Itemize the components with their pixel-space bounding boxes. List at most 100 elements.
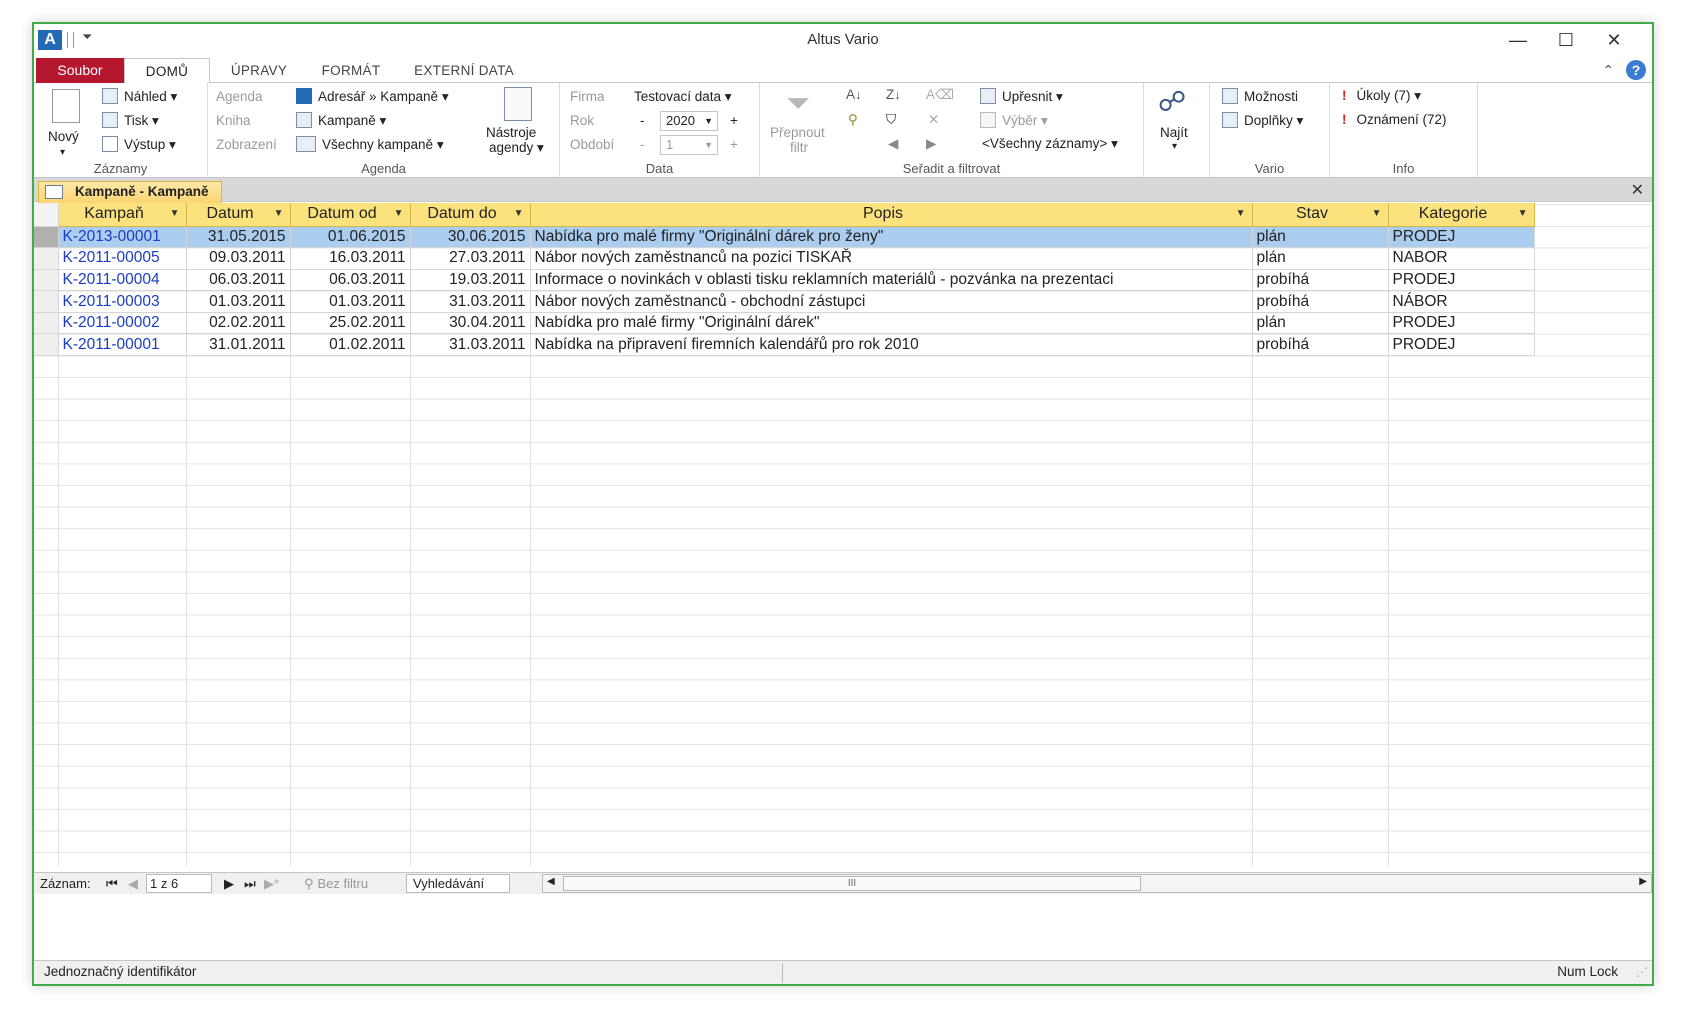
collapse-ribbon-icon[interactable]: ⌃ [1602, 62, 1614, 78]
cell-popis[interactable]: Nabídka na připravení firemních kalendář… [530, 333, 1253, 357]
cell-datum-od[interactable]: 25.02.2011 [290, 312, 411, 335]
all-records-select[interactable]: <Všechny záznamy> ▾ [982, 136, 1118, 152]
column-header-stav[interactable]: Stav ▼ [1252, 203, 1389, 227]
column-header-kategorie[interactable]: Kategorie ▼ [1388, 203, 1535, 227]
rok-field[interactable]: 2020 ▼ [660, 111, 718, 131]
cell-kampan[interactable]: K-2011-00004 [58, 269, 187, 292]
cell-kategorie[interactable]: PRODEJ [1388, 269, 1535, 292]
column-dropdown-icon[interactable]: ▼ [394, 208, 404, 219]
remove-filter-icon[interactable]: ✕ [928, 112, 939, 128]
row-selector[interactable] [34, 226, 59, 249]
cell-kampan[interactable]: K-2011-00001 [58, 333, 187, 357]
cell-datum[interactable]: 02.02.2011 [186, 312, 291, 335]
scroll-left-icon[interactable]: ◀ [547, 876, 555, 887]
next-record-icon[interactable]: ▶ [224, 876, 234, 892]
obdobi-minus-button[interactable]: - [640, 137, 645, 152]
cell-datum-do[interactable]: 30.06.2015 [410, 226, 531, 249]
cell-kampan[interactable]: K-2011-00002 [58, 312, 187, 335]
cell-kategorie[interactable]: NABOR [1388, 247, 1535, 270]
oznameni-button[interactable]: ! Oznámení (72) [1342, 112, 1447, 127]
cell-datum[interactable]: 31.01.2011 [186, 333, 291, 357]
tab-file[interactable]: Soubor [36, 58, 124, 83]
nastroje-agendy-line1[interactable]: Nástroje [486, 125, 536, 140]
minimize-button[interactable]: — [1494, 26, 1542, 54]
doplnky-button[interactable]: Doplňky ▾ [1222, 112, 1303, 129]
cell-datum-do[interactable]: 31.03.2011 [410, 290, 531, 313]
document-tab[interactable]: Kampaně - Kampaně [38, 181, 222, 203]
new-record-nav-icon[interactable]: ▶* [264, 876, 279, 892]
cell-stav[interactable]: plán [1252, 226, 1389, 249]
column-header-kampan[interactable]: Kampaň ▼ [58, 203, 187, 227]
column-dropdown-icon[interactable]: ▼ [514, 208, 524, 219]
moznosti-button[interactable]: Možnosti [1222, 88, 1298, 104]
upresnit-button[interactable]: Upřesnit ▾ [980, 88, 1063, 105]
row-selector[interactable] [34, 290, 59, 313]
cell-datum-od[interactable]: 16.03.2011 [290, 247, 411, 270]
cell-stav[interactable]: plán [1252, 247, 1389, 270]
cell-stav[interactable]: plán [1252, 312, 1389, 335]
search-box[interactable]: Vyhledávání [406, 874, 510, 893]
cell-datum-do[interactable]: 19.03.2011 [410, 269, 531, 292]
column-dropdown-icon[interactable]: ▼ [1372, 208, 1382, 219]
previous-record-icon[interactable]: ◀ [128, 876, 138, 892]
filter-status[interactable]: ⚲ Bez filtru [304, 876, 368, 892]
next-arrow-icon[interactable]: ▶ [926, 136, 936, 152]
cell-popis[interactable]: Nábor nových zaměstnanců - obchodní zást… [530, 290, 1253, 313]
cell-datum[interactable]: 09.03.2011 [186, 247, 291, 270]
sort-ascending-icon[interactable]: A↓ [846, 87, 862, 102]
prepnout-filtr-line2[interactable]: filtr [790, 140, 808, 155]
cell-kampan[interactable]: K-2013-00001 [58, 226, 187, 249]
row-selector[interactable] [34, 333, 59, 357]
cell-popis[interactable]: Nabídka pro malé firmy "Originální dárek… [530, 312, 1253, 335]
column-header-datum[interactable]: Datum ▼ [186, 203, 291, 227]
cell-stav[interactable]: probíhá [1252, 290, 1389, 313]
cell-stav[interactable]: probíhá [1252, 333, 1389, 357]
cell-datum-od[interactable]: 01.03.2011 [290, 290, 411, 313]
nahled-button[interactable]: Náhled ▾ [102, 88, 177, 105]
cell-datum-do[interactable]: 30.04.2011 [410, 312, 531, 335]
ukoly-button[interactable]: ! Úkoly (7) ▾ [1342, 88, 1421, 104]
column-header-datum-do[interactable]: Datum do ▼ [410, 203, 531, 227]
rok-dropdown-icon[interactable]: ▼ [704, 112, 713, 130]
vystup-button[interactable]: Výstup ▾ [102, 136, 176, 153]
cell-datum-do[interactable]: 27.03.2011 [410, 247, 531, 270]
row-selector[interactable] [34, 247, 59, 270]
close-document-icon[interactable]: ✕ [1631, 180, 1644, 200]
clear-sort-icon[interactable]: A⌫ [926, 87, 954, 103]
cell-datum[interactable]: 06.03.2011 [186, 269, 291, 292]
column-dropdown-icon[interactable]: ▼ [1236, 208, 1246, 219]
rok-minus-button[interactable]: - [640, 113, 645, 128]
select-all-corner[interactable] [34, 203, 59, 227]
sort-descending-icon[interactable]: Z↓ [886, 87, 901, 102]
tab-format[interactable]: FORMÁT [306, 58, 396, 84]
tab-home[interactable]: DOMŮ [124, 58, 210, 84]
maximize-button[interactable]: ☐ [1542, 26, 1590, 54]
table-row[interactable]: K-2011-00005 09.03.2011 16.03.2011 27.03… [34, 247, 1535, 270]
cell-popis[interactable]: Informace o novinkách v oblasti tisku re… [530, 269, 1253, 292]
column-dropdown-icon[interactable]: ▼ [274, 208, 284, 219]
first-record-icon[interactable]: ⏮ [106, 876, 118, 892]
tab-external-data[interactable]: EXTERNÍ DATA [402, 58, 526, 84]
zobrazeni-select[interactable]: Všechny kampaně ▾ [296, 136, 444, 153]
table-row[interactable]: K-2013-00001 31.05.2015 01.06.2015 30.06… [34, 226, 1535, 249]
cell-stav[interactable]: probíhá [1252, 269, 1389, 292]
record-position-field[interactable]: 1 z 6 [146, 874, 212, 893]
tisk-button[interactable]: Tisk ▾ [102, 112, 159, 129]
kniha-select[interactable]: Kampaně ▾ [296, 112, 386, 129]
table-row[interactable]: K-2011-00002 02.02.2011 25.02.2011 30.04… [34, 312, 1535, 335]
advanced-filter-icon[interactable]: ⛉ [886, 112, 896, 128]
tab-edit[interactable]: ÚPRAVY [214, 58, 304, 84]
new-record-button[interactable]: Nový [48, 129, 79, 144]
vyber-button[interactable]: Výběr ▾ [980, 112, 1048, 129]
cell-datum-od[interactable]: 06.03.2011 [290, 269, 411, 292]
najit-button[interactable]: Najít [1160, 125, 1188, 140]
new-dropdown-icon[interactable]: ▾ [60, 147, 65, 158]
last-record-icon[interactable]: ⏭ [244, 876, 256, 892]
row-selector[interactable] [34, 269, 59, 292]
cell-kategorie[interactable]: PRODEJ [1388, 312, 1535, 335]
cell-datum-od[interactable]: 01.02.2011 [290, 333, 411, 357]
cell-datum[interactable]: 01.03.2011 [186, 290, 291, 313]
agenda-select[interactable]: Adresář » Kampaně ▾ [296, 88, 449, 105]
cell-kategorie[interactable]: NÁBOR [1388, 290, 1535, 313]
help-icon[interactable]: ? [1626, 60, 1646, 80]
